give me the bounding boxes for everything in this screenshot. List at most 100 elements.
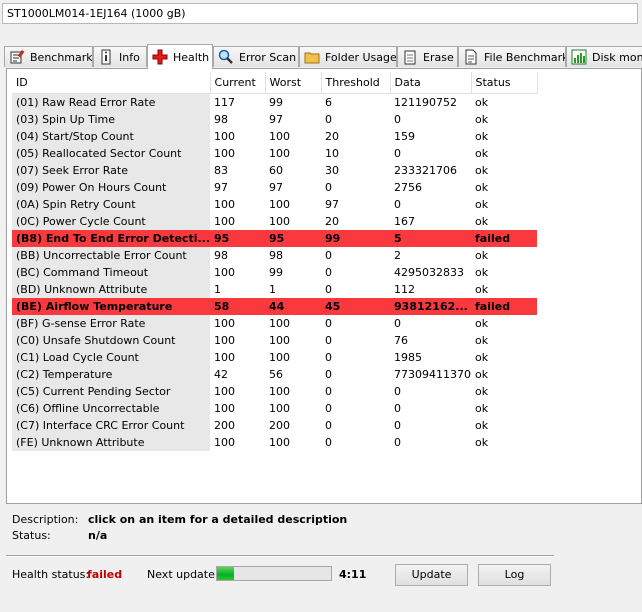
cell-id: (01) Raw Read Error Rate <box>12 93 211 111</box>
tab-label: Folder Usage <box>325 50 397 64</box>
cell-status: ok <box>475 436 489 449</box>
tab-erase[interactable]: Erase <box>397 46 458 67</box>
table-row[interactable]: (BD) Unknown Attribute 1 1 0 112 ok <box>12 281 537 298</box>
cell-id: (C7) Interface CRC Error Count <box>12 417 211 434</box>
tab-folder-usage[interactable]: Folder Usage <box>299 46 397 67</box>
tab-disk-monitor[interactable]: Disk monit <box>566 46 642 67</box>
cell-data: 1985 <box>394 351 423 364</box>
cell-current: 100 <box>214 402 236 415</box>
health-status-value: failed <box>87 568 123 581</box>
cell-status: ok <box>475 317 489 330</box>
cell-id: (C6) Offline Uncorrectable <box>12 400 211 417</box>
cell-status: ok <box>475 334 489 347</box>
cell-worst: 99 <box>269 266 284 279</box>
update-progress-bar <box>216 566 332 581</box>
cell-status: ok <box>475 96 489 109</box>
table-row[interactable]: (BE) Airflow Temperature 58 44 45 93812162..… <box>12 298 538 315</box>
cell-worst: 56 <box>269 368 284 381</box>
column-header-worst[interactable]: Worst <box>265 72 322 94</box>
smart-table: ID Current Worst Threshold Data Status (… <box>12 72 538 451</box>
column-header-current[interactable]: Current <box>210 72 266 94</box>
cell-threshold: 30 <box>325 164 340 177</box>
table-row[interactable]: (0C) Power Cycle Count 100 100 20 167 ok <box>12 213 537 230</box>
cell-current: 200 <box>214 419 236 432</box>
table-row[interactable]: (C0) Unsafe Shutdown Count 100 100 0 76 ok <box>12 332 537 349</box>
tab-bar: Benchmark Info Health Error Scan Folder … <box>4 44 642 69</box>
table-row[interactable]: (04) Start/Stop Count 100 100 20 159 ok <box>12 128 537 145</box>
table-row[interactable]: (BC) Command Timeout 100 99 0 4295032833 ok <box>12 264 537 281</box>
table-row[interactable]: (09) Power On Hours Count 97 97 0 2756 ok <box>12 179 537 196</box>
column-header-data[interactable]: Data <box>390 72 472 94</box>
table-row[interactable]: (C1) Load Cycle Count 100 100 0 1985 ok <box>12 349 537 366</box>
disk-monitor-icon <box>571 49 587 65</box>
table-row[interactable]: (C2) Temperature 42 56 0 77309411370 ok <box>12 366 537 383</box>
cell-worst: 99 <box>269 96 284 109</box>
cell-data: 0 <box>394 147 402 160</box>
table-row[interactable]: (FE) Unknown Attribute 100 100 0 0 ok <box>12 434 537 451</box>
cell-current: 98 <box>214 113 229 126</box>
table-row[interactable]: (C6) Offline Uncorrectable 100 100 0 0 ok <box>12 400 537 417</box>
log-button[interactable]: Log <box>478 564 551 586</box>
table-row[interactable]: (C5) Current Pending Sector 100 100 0 0 ok <box>12 383 537 400</box>
cell-worst: 100 <box>269 317 291 330</box>
cell-threshold: 0 <box>325 402 333 415</box>
drive-select[interactable]: ST1000LM014-1EJ164 (1000 gB) <box>2 3 638 24</box>
cell-worst: 100 <box>269 130 291 143</box>
cell-status: ok <box>475 402 489 415</box>
cell-threshold: 45 <box>321 298 391 315</box>
table-row[interactable]: (0A) Spin Retry Count 100 100 97 0 ok <box>12 196 537 213</box>
cell-worst: 1 <box>269 283 277 296</box>
cell-data: 2756 <box>394 181 423 194</box>
cell-threshold: 0 <box>325 249 333 262</box>
cell-id: (BF) G-sense Error Rate <box>12 315 211 332</box>
table-row[interactable]: (B8) End To End Error Detecti... 95 95 99 5 f… <box>12 230 538 247</box>
cell-id: (0C) Power Cycle Count <box>12 213 211 230</box>
table-row[interactable]: (05) Reallocated Sector Count 100 100 10 0 ok <box>12 145 537 162</box>
table-header: ID Current Worst Threshold Data Status <box>12 72 538 94</box>
health-cross-icon <box>152 49 168 65</box>
column-header-threshold[interactable]: Threshold <box>321 72 391 94</box>
tab-info[interactable]: Info <box>93 46 147 67</box>
cell-status: ok <box>475 215 489 228</box>
folder-icon <box>304 49 320 65</box>
cell-data: 121190752 <box>394 96 458 109</box>
tab-label: Erase <box>423 50 454 64</box>
table-row[interactable]: (C7) Interface CRC Error Count 200 200 0 0 ok <box>12 417 537 434</box>
table-row[interactable]: (BB) Uncorrectable Error Count 98 98 0 2 ok <box>12 247 537 264</box>
cell-data: 0 <box>394 317 402 330</box>
file-benchmark-icon <box>463 49 479 65</box>
cell-status: ok <box>475 130 489 143</box>
tab-error-scan[interactable]: Error Scan <box>213 46 299 67</box>
cell-data: 76 <box>394 334 409 347</box>
cell-current: 100 <box>214 130 236 143</box>
table-row[interactable]: (07) Seek Error Rate 83 60 30 233321706 ok <box>12 162 537 179</box>
tab-health[interactable]: Health <box>147 44 213 69</box>
cell-current: 100 <box>214 198 236 211</box>
cell-threshold: 99 <box>321 230 391 247</box>
cell-threshold: 0 <box>325 266 333 279</box>
cell-data: 0 <box>394 402 402 415</box>
column-header-id[interactable]: ID <box>12 72 211 94</box>
table-row[interactable]: (03) Spin Up Time 98 97 0 0 ok <box>12 111 537 128</box>
cell-current: 100 <box>214 436 236 449</box>
column-header-status[interactable]: Status <box>471 72 538 94</box>
cell-current: 83 <box>214 164 229 177</box>
update-button[interactable]: Update <box>395 564 468 586</box>
cell-id: (C1) Load Cycle Count <box>12 349 211 366</box>
table-row[interactable]: (01) Raw Read Error Rate 117 99 6 121190752 o… <box>12 93 537 111</box>
cell-current: 100 <box>214 266 236 279</box>
cell-status: ok <box>475 249 489 262</box>
cell-data: 112 <box>394 283 416 296</box>
cell-id: (04) Start/Stop Count <box>12 128 211 145</box>
health-panel: ID Current Worst Threshold Data Status (… <box>6 68 642 504</box>
cell-current: 58 <box>210 298 266 315</box>
cell-id: (09) Power On Hours Count <box>12 179 211 196</box>
tab-file-benchmark[interactable]: File Benchmark <box>458 46 566 67</box>
cell-status: ok <box>475 266 489 279</box>
update-timer: 4:11 <box>339 568 367 581</box>
tab-benchmark[interactable]: Benchmark <box>4 46 93 67</box>
table-row[interactable]: (BF) G-sense Error Rate 100 100 0 0 ok <box>12 315 537 332</box>
health-status-label: Health status: <box>12 568 90 581</box>
tab-label: Disk monit <box>592 50 642 64</box>
cell-threshold: 20 <box>325 215 340 228</box>
